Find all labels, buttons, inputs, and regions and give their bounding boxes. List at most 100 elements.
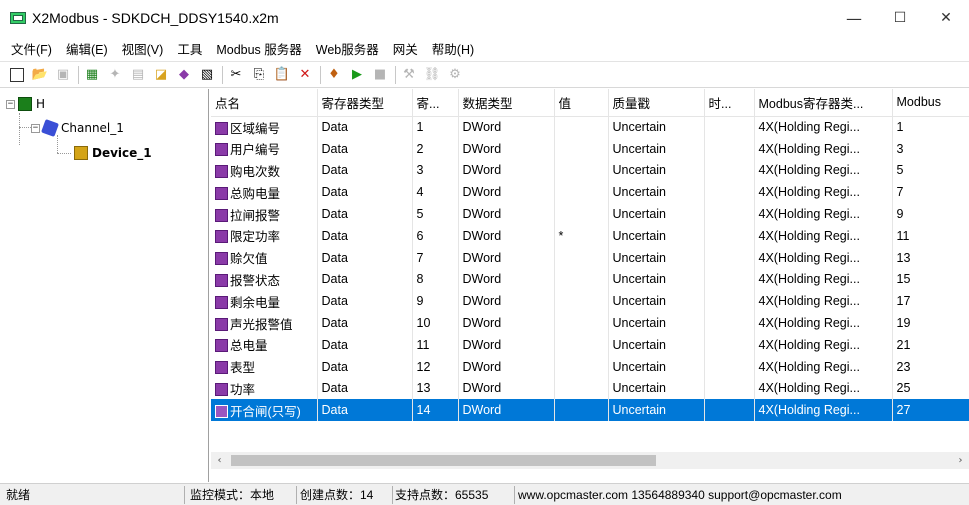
new-file-icon[interactable] — [8, 66, 26, 84]
scroll-right-icon[interactable]: › — [952, 452, 969, 469]
table-cell: Data — [317, 333, 413, 356]
paste-icon[interactable]: 📋 — [273, 66, 291, 84]
tag-name: 报警状态 — [230, 273, 281, 288]
save-icon[interactable]: ▣ — [54, 66, 72, 84]
menu-gateway[interactable]: 网关 — [386, 39, 425, 58]
close-button[interactable]: ✕ — [923, 0, 969, 36]
table-cell: Uncertain — [608, 355, 705, 378]
run-icon[interactable]: ▶ — [348, 66, 366, 84]
title-bar: X2Modbus - SDKDCH_DDSY1540.x2m — ☐ ✕ — [0, 0, 969, 36]
column-header[interactable]: 质量戳 — [608, 89, 705, 117]
menu-help[interactable]: 帮助(H) — [425, 39, 481, 58]
monitor-icon[interactable]: ♦ — [325, 66, 343, 84]
table-cell — [554, 268, 609, 291]
table-row[interactable]: 用户编号 Data 2 DWord Uncertain 4X(Holding Regi..… — [211, 137, 969, 160]
table-cell: 4X(Holding Regi... — [754, 377, 893, 400]
add-device-icon[interactable]: ▤ — [129, 66, 147, 84]
table-cell — [554, 399, 609, 422]
horizontal-scrollbar[interactable]: ‹ › — [211, 452, 969, 469]
table-row[interactable]: 购电次数 Data 3 DWord Uncertain 4X(Holding Regi..… — [211, 159, 969, 182]
column-header[interactable]: Modbus — [892, 89, 969, 117]
table-cell: 4X(Holding Regi... — [754, 355, 893, 378]
tree-node-server[interactable]: − H — [6, 95, 45, 113]
status-separator — [184, 486, 185, 504]
table-row[interactable]: 开合闸(只写) Data 14 DWord Uncertain 4X(Holding Re… — [211, 399, 969, 422]
table-cell: 声光报警值 — [211, 312, 318, 334]
table-row[interactable]: 限定功率 Data 6 DWord * Uncertain 4X(Holding Regi.… — [211, 224, 969, 247]
table-cell: Uncertain — [608, 181, 705, 204]
table-cell: 19 — [892, 312, 969, 334]
add-channel-icon[interactable]: ✦ — [106, 66, 124, 84]
properties-icon[interactable]: ▧ — [198, 66, 216, 84]
table-cell: 15 — [892, 268, 969, 291]
table-row[interactable]: 总购电量 Data 4 DWord Uncertain 4X(Holding Regi..… — [211, 181, 969, 204]
table-row[interactable]: 总电量 Data 11 DWord Uncertain 4X(Holding Regi..… — [211, 333, 969, 356]
table-row[interactable]: 区域编号 Data 1 DWord Uncertain 4X(Holding Regi..… — [211, 116, 969, 138]
status-separator — [392, 486, 393, 504]
table-cell — [704, 203, 755, 225]
table-row[interactable]: 声光报警值 Data 10 DWord Uncertain 4X(Holding Regi… — [211, 312, 969, 334]
column-header[interactable]: 点名 — [211, 89, 318, 117]
table-cell: DWord — [458, 377, 555, 400]
stop-icon[interactable]: ■ — [371, 66, 389, 84]
table-cell: Data — [317, 355, 413, 378]
table-cell — [704, 224, 755, 247]
minimize-button[interactable]: — — [831, 0, 877, 36]
column-header[interactable]: 时... — [704, 89, 755, 117]
table-row[interactable]: 表型 Data 12 DWord Uncertain 4X(Holding Regi...… — [211, 355, 969, 378]
add-tag-icon[interactable]: ◆ — [175, 66, 193, 84]
table-cell — [554, 333, 609, 356]
table-cell: 购电次数 — [211, 159, 318, 182]
table-cell: 4X(Holding Regi... — [754, 203, 893, 225]
table-row[interactable]: 拉闸报警 Data 5 DWord Uncertain 4X(Holding Regi..… — [211, 203, 969, 225]
collapse-icon[interactable]: − — [6, 99, 15, 109]
open-folder-icon[interactable]: 📂 — [31, 66, 49, 84]
network-icon[interactable]: ⚙ — [446, 66, 464, 84]
table-row[interactable]: 赊欠值 Data 7 DWord Uncertain 4X(Holding Regi...… — [211, 246, 969, 269]
column-header[interactable]: 寄存器类型 — [317, 89, 413, 117]
table-cell: DWord — [458, 181, 555, 204]
menu-edit[interactable]: 编辑(E) — [59, 39, 115, 58]
tag-name: 拉闸报警 — [230, 208, 281, 223]
table-cell: 4X(Holding Regi... — [754, 290, 893, 313]
table-cell: 4X(Holding Regi... — [754, 224, 893, 247]
table-cell: 8 — [412, 268, 459, 291]
table-cell: 限定功率 — [211, 224, 318, 247]
tree-node-channel[interactable]: − Channel_1 — [31, 119, 124, 137]
table-cell: 4X(Holding Regi... — [754, 333, 893, 356]
gateway-icon[interactable]: ⛓ — [423, 66, 441, 84]
delete-icon[interactable]: ✕ — [296, 66, 314, 84]
tag-icon — [215, 295, 228, 309]
menu-tools[interactable]: 工具 — [170, 39, 209, 58]
collapse-icon[interactable]: − — [31, 123, 40, 133]
table-row[interactable]: 剩余电量 Data 9 DWord Uncertain 4X(Holding Regi..… — [211, 290, 969, 313]
device-icon — [74, 146, 88, 160]
table-cell — [704, 312, 755, 334]
menu-view[interactable]: 视图(V) — [115, 39, 171, 58]
scroll-left-icon[interactable]: ‹ — [211, 452, 228, 469]
server-icon[interactable]: ▦ — [83, 66, 101, 84]
cut-icon[interactable]: ✂ — [227, 66, 245, 84]
column-header[interactable]: 值 — [554, 89, 609, 117]
column-header[interactable]: 寄... — [412, 89, 459, 117]
scrollbar-thumb[interactable] — [231, 455, 656, 466]
maximize-button[interactable]: ☐ — [877, 0, 923, 36]
menu-modbus-server[interactable]: Modbus 服务器 — [209, 39, 308, 58]
column-header[interactable]: 数据类型 — [458, 89, 555, 117]
menu-file[interactable]: 文件(F) — [4, 39, 59, 58]
tag-name: 赊欠值 — [230, 252, 268, 267]
tree-node-device[interactable]: Device_1 — [74, 144, 152, 162]
table-row[interactable]: 报警状态 Data 8 DWord Uncertain 4X(Holding Regi..… — [211, 268, 969, 291]
tag-icon — [215, 143, 228, 157]
tools-icon[interactable]: ⚒ — [400, 66, 418, 84]
table-cell: Data — [317, 377, 413, 400]
menu-web-server[interactable]: Web服务器 — [309, 39, 386, 58]
copy-icon[interactable]: ⎘ — [250, 66, 268, 84]
column-header[interactable]: Modbus寄存器类... — [754, 89, 893, 117]
table-cell: 3 — [412, 159, 459, 182]
table-cell: 4X(Holding Regi... — [754, 116, 893, 138]
add-group-icon[interactable]: ◪ — [152, 66, 170, 84]
table-row[interactable]: 功率 Data 13 DWord Uncertain 4X(Holding Regi...… — [211, 377, 969, 400]
table-cell: Data — [317, 203, 413, 225]
table-cell: 总购电量 — [211, 181, 318, 204]
